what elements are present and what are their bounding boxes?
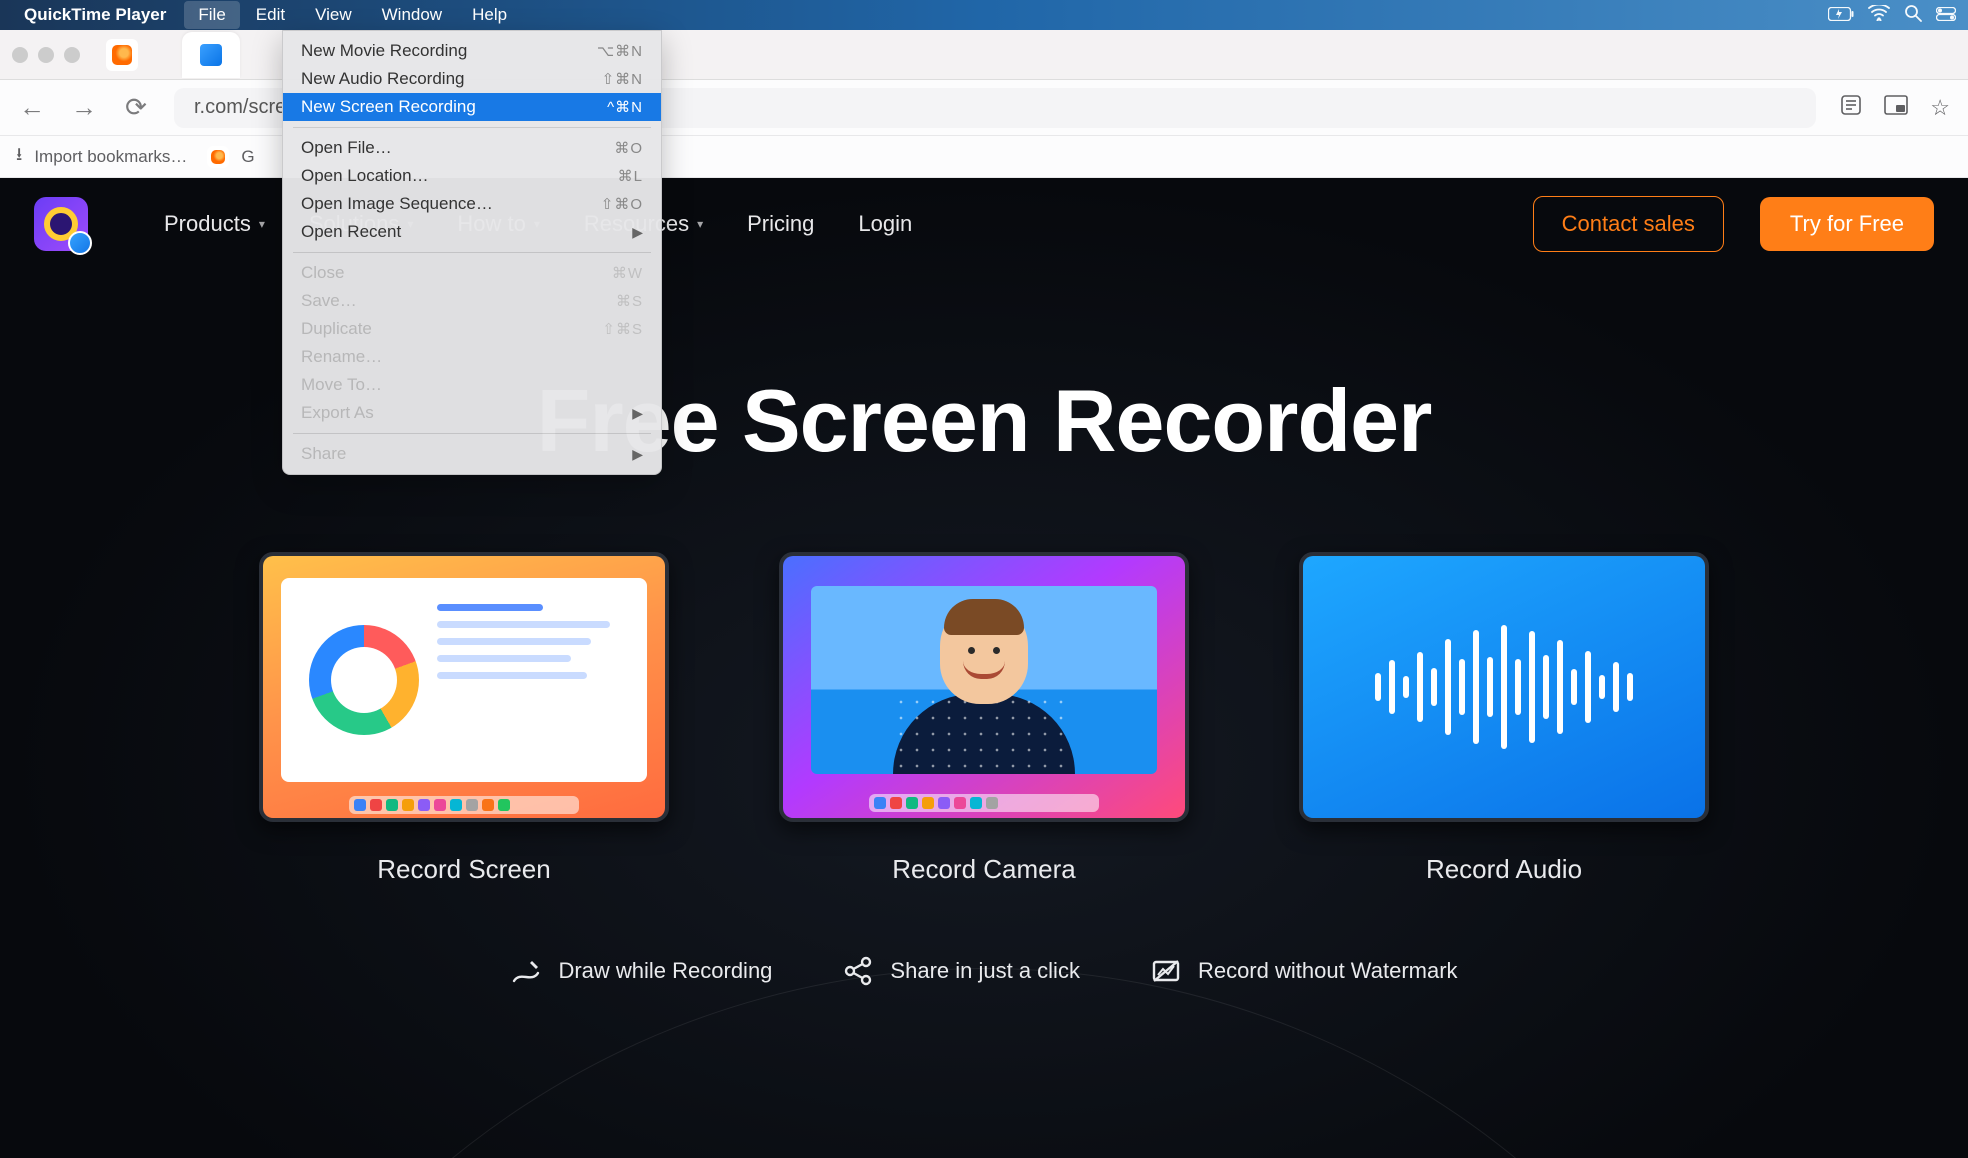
menu-separator [293, 127, 651, 128]
tab-favicon [200, 44, 222, 66]
contact-sales-button[interactable]: Contact sales [1533, 196, 1724, 252]
draw-icon [510, 955, 542, 987]
chevron-down-icon: ▾ [697, 217, 703, 231]
background-circle [144, 968, 1824, 1158]
menu-new-movie-recording[interactable]: New Movie Recording⌥⌘N [283, 37, 661, 65]
feature-label: Record without Watermark [1198, 958, 1458, 984]
menu-open-image-sequence[interactable]: Open Image Sequence…⇧⌘O [283, 190, 661, 218]
card-record-audio[interactable]: Record Audio [1299, 552, 1709, 885]
waveform-icon [1375, 625, 1633, 749]
forward-button[interactable]: → [70, 92, 98, 123]
record-screen-image [259, 552, 669, 822]
firefox-icon[interactable] [106, 39, 138, 71]
chevron-down-icon: ▾ [259, 217, 265, 231]
menu-open-recent[interactable]: Open Recent▶ [283, 218, 661, 246]
menu-separator [293, 433, 651, 434]
chevron-right-icon: ▶ [632, 224, 643, 241]
card-label: Record Audio [1426, 854, 1582, 885]
battery-icon[interactable] [1828, 5, 1854, 26]
file-menu-dropdown: New Movie Recording⌥⌘N New Audio Recordi… [282, 30, 662, 475]
nav-login[interactable]: Login [858, 211, 912, 237]
menu-separator [293, 252, 651, 253]
no-watermark-icon [1150, 955, 1182, 987]
reload-button[interactable]: ⟳ [122, 92, 150, 123]
card-record-camera[interactable]: Record Camera [779, 552, 1189, 885]
features-row: Draw while Recording Share in just a cli… [0, 955, 1968, 987]
menu-rename: Rename… [283, 343, 661, 371]
feature-share: Share in just a click [842, 955, 1080, 987]
cards-row: Record Screen Record Camera [0, 552, 1968, 885]
import-bookmarks-icon[interactable]: ⭳ [16, 142, 22, 172]
firefox-bookmark-icon[interactable] [207, 146, 229, 168]
menu-window[interactable]: Window [368, 1, 456, 29]
chevron-right-icon: ▶ [632, 405, 643, 422]
menu-share: Share▶ [283, 440, 661, 468]
record-audio-image [1299, 552, 1709, 822]
try-free-button[interactable]: Try for Free [1760, 197, 1934, 251]
card-label: Record Screen [377, 854, 550, 885]
macos-menubar: QuickTime Player File Edit View Window H… [0, 0, 1968, 30]
reader-mode-icon[interactable] [1840, 94, 1862, 122]
menu-view[interactable]: View [301, 1, 366, 29]
wifi-icon[interactable] [1868, 5, 1890, 26]
menu-open-location[interactable]: Open Location…⌘L [283, 162, 661, 190]
menu-new-audio-recording[interactable]: New Audio Recording⇧⌘N [283, 65, 661, 93]
bookmark-item[interactable]: G [241, 147, 254, 167]
chevron-right-icon: ▶ [632, 446, 643, 463]
search-icon[interactable] [1904, 4, 1922, 27]
record-camera-image [779, 552, 1189, 822]
menu-close: Close⌘W [283, 259, 661, 287]
feature-label: Share in just a click [890, 958, 1080, 984]
feature-watermark: Record without Watermark [1150, 955, 1458, 987]
window-controls[interactable] [12, 47, 80, 63]
card-label: Record Camera [892, 854, 1076, 885]
feature-draw: Draw while Recording [510, 955, 772, 987]
app-name[interactable]: QuickTime Player [24, 5, 166, 25]
menu-file[interactable]: File [184, 1, 239, 29]
pip-icon[interactable] [1884, 95, 1908, 121]
back-button[interactable]: ← [18, 92, 46, 123]
menu-export-as: Export As▶ [283, 399, 661, 427]
menu-new-screen-recording[interactable]: New Screen Recording^⌘N [283, 93, 661, 121]
bookmark-star-icon[interactable]: ☆ [1930, 95, 1950, 121]
browser-tab[interactable] [182, 32, 240, 78]
feature-label: Draw while Recording [558, 958, 772, 984]
nav-pricing[interactable]: Pricing [747, 211, 814, 237]
menu-open-file[interactable]: Open File…⌘O [283, 134, 661, 162]
menu-duplicate: Duplicate⇧⌘S [283, 315, 661, 343]
menu-save: Save…⌘S [283, 287, 661, 315]
status-tray [1828, 4, 1956, 27]
share-icon [842, 955, 874, 987]
nav-products[interactable]: Products▾ [164, 211, 265, 237]
menu-help[interactable]: Help [458, 1, 521, 29]
control-center-icon[interactable] [1936, 5, 1956, 26]
card-record-screen[interactable]: Record Screen [259, 552, 669, 885]
import-bookmarks-link[interactable]: Import bookmarks… [34, 147, 187, 167]
menu-edit[interactable]: Edit [242, 1, 299, 29]
site-logo[interactable] [34, 197, 88, 251]
menu-move-to: Move To… [283, 371, 661, 399]
